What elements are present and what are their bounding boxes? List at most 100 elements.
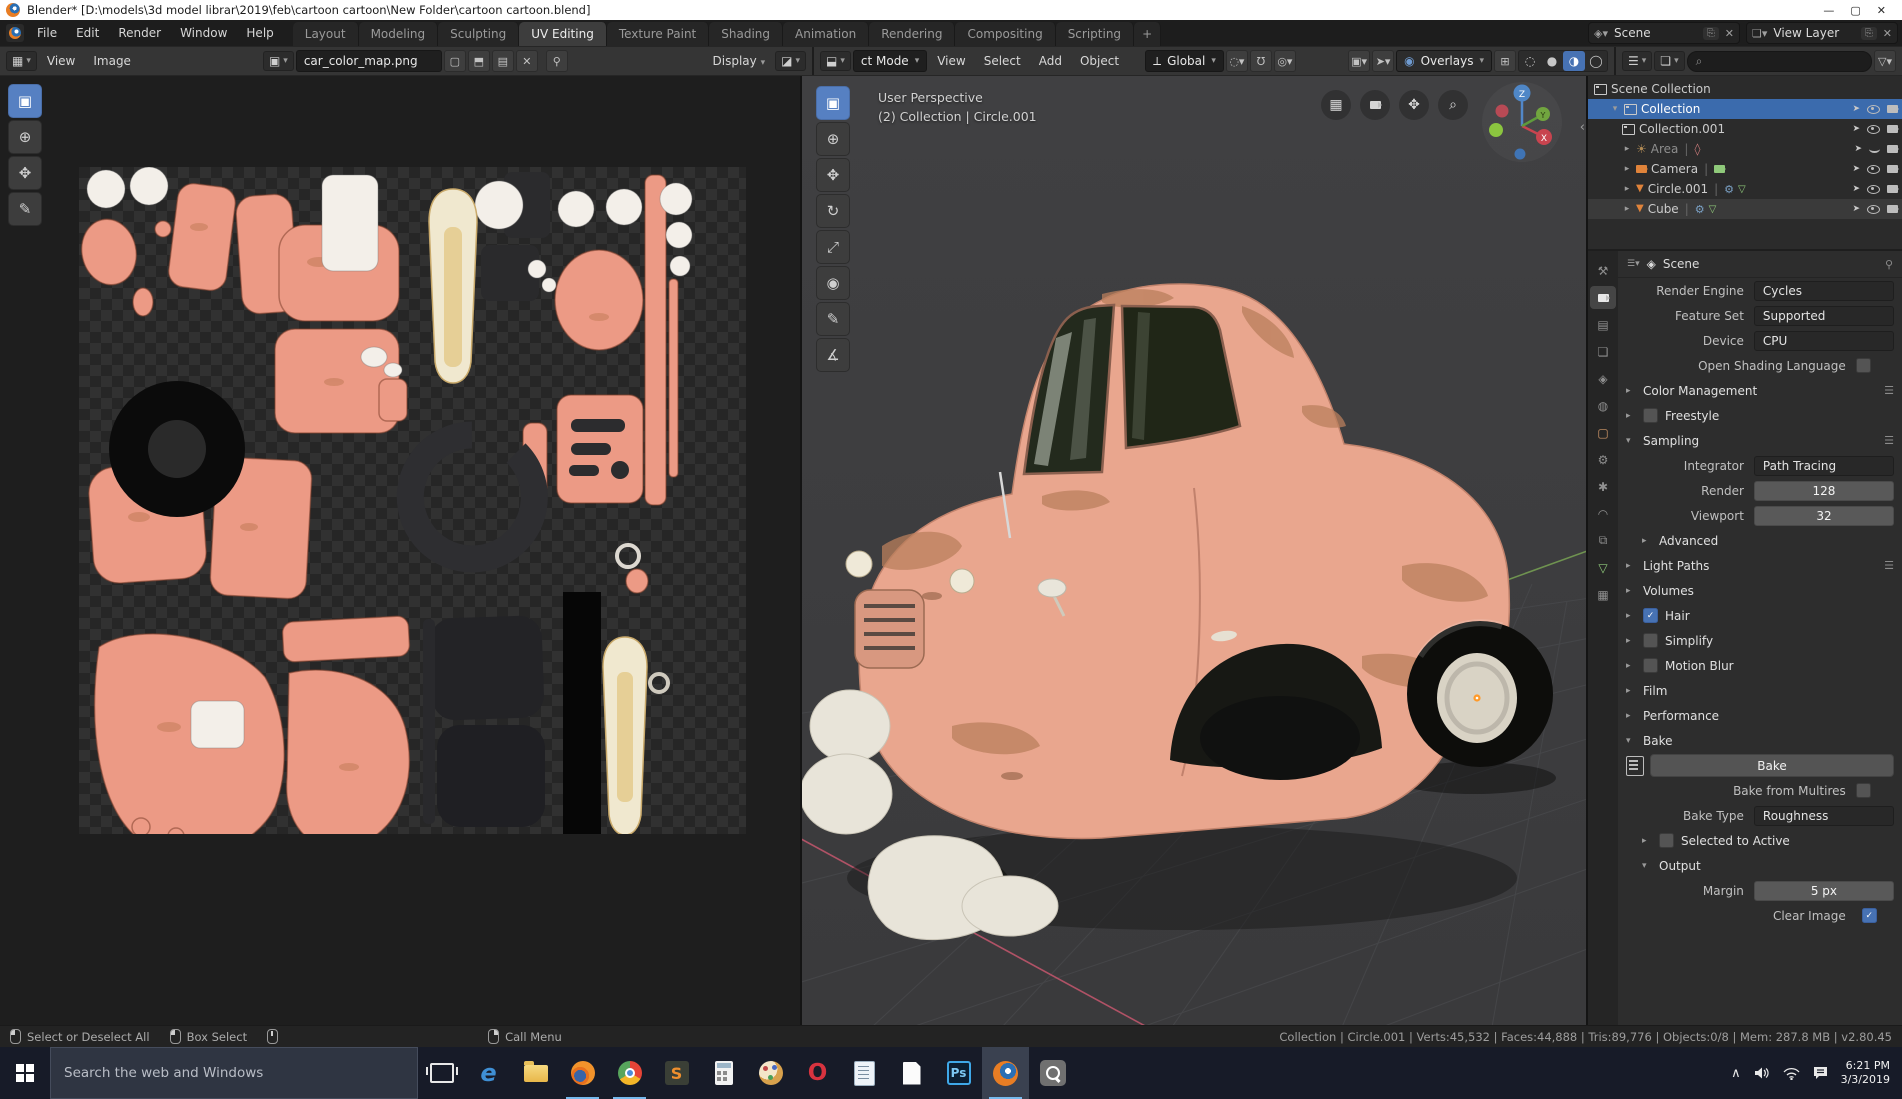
tab-output-icon[interactable]: ▤ — [1590, 313, 1616, 336]
tab-world-icon[interactable]: ◍ — [1590, 394, 1616, 417]
browse-folder-icon[interactable]: ▤ — [491, 50, 514, 72]
pin-id-icon[interactable]: ⚲ — [1885, 258, 1893, 271]
start-button[interactable] — [0, 1047, 50, 1099]
tab-render-icon[interactable] — [1590, 286, 1616, 309]
editor-type-uv-icon[interactable]: ▦ ▾ — [6, 51, 37, 71]
tab-rendering[interactable]: Rendering — [869, 22, 956, 46]
margin-field[interactable]: 5 px — [1753, 880, 1894, 901]
tab-scene-icon[interactable]: ◈ — [1590, 367, 1616, 390]
view-layer-selector[interactable]: ❏▾ View Layer ⎘ ✕ — [1746, 22, 1898, 44]
unlink-image-icon[interactable]: ✕ — [515, 50, 538, 72]
taskbar-calculator[interactable] — [700, 1047, 747, 1099]
viewport-area[interactable]: ▣ ⊕ ✥ ↻ ⤢ ◉ ✎ ∡ User Perspective (2) Col… — [802, 76, 1586, 1025]
outliner-row-collection[interactable]: ▾ Collection ➤ — [1588, 99, 1902, 119]
eye-closed-icon[interactable] — [1869, 145, 1880, 153]
outliner-row-collection001[interactable]: Collection.001 ➤ — [1588, 119, 1902, 139]
taskbar-blender[interactable] — [982, 1047, 1029, 1099]
menu-file[interactable]: File — [28, 23, 66, 43]
selectable-icon[interactable]: ➤ — [1852, 184, 1860, 194]
perspective-toggle-icon[interactable]: ▦ — [1321, 90, 1351, 120]
menu-edit[interactable]: Edit — [67, 23, 108, 43]
uv-editor-area[interactable]: ▣ ⊕ ✥ ✎ — [0, 76, 802, 1025]
section-motion-blur[interactable]: ▸ Motion Blur — [1626, 653, 1894, 678]
tool-scale[interactable]: ⤢ — [816, 230, 850, 264]
taskbar-chrome[interactable] — [606, 1047, 653, 1099]
taskbar-search-input[interactable]: Search the web and Windows — [50, 1047, 418, 1099]
tab-compositing[interactable]: Compositing — [955, 22, 1056, 46]
simplify-checkbox[interactable] — [1643, 633, 1658, 648]
shading-solid-icon[interactable]: ● — [1541, 51, 1563, 71]
render-visibility-icon[interactable] — [1887, 205, 1899, 213]
object-mode-dropdown[interactable]: ct Mode ▾ — [852, 50, 928, 72]
tab-modeling[interactable]: Modeling — [358, 22, 439, 46]
tab-sculpting[interactable]: Sculpting — [438, 22, 520, 46]
expand-icon[interactable]: ▸ — [1622, 144, 1632, 154]
tab-layout[interactable]: Layout — [292, 22, 359, 46]
section-bake[interactable]: ▾ Bake — [1626, 728, 1894, 753]
clear-image-checkbox[interactable] — [1861, 908, 1877, 923]
tab-animation[interactable]: Animation — [783, 22, 870, 46]
selectable-icon[interactable]: ➤ — [1852, 124, 1860, 134]
panel-menu-icon[interactable]: ☰ — [1884, 559, 1894, 572]
taskbar-opera[interactable]: O — [794, 1047, 841, 1099]
expand-icon[interactable]: ▸ — [1622, 184, 1632, 194]
pin-icon[interactable]: ⚲ — [545, 50, 568, 72]
outliner-search-input[interactable]: ⌕ — [1686, 50, 1872, 72]
taskbar-clock[interactable]: 6:21 PM 3/3/2019 — [1841, 1059, 1890, 1088]
render-visibility-icon[interactable] — [1887, 165, 1899, 173]
tab-object-data-icon[interactable]: ▽ — [1590, 556, 1616, 579]
outliner-row-circle001[interactable]: ▸ ▼ Circle.001 | ⚙ ▽ ➤ — [1588, 179, 1902, 199]
pan-hand-icon[interactable]: ✥ — [1399, 90, 1429, 120]
menu-window[interactable]: Window — [171, 23, 236, 43]
render-visibility-icon[interactable] — [1887, 145, 1899, 153]
render-engine-dropdown[interactable]: Cycles — [1753, 280, 1894, 301]
breadcrumb-display-icon[interactable]: ☰▾ — [1627, 259, 1640, 269]
display-dropdown[interactable]: Display ▾ — [705, 51, 774, 71]
expand-icon[interactable]: ▸ — [1622, 204, 1632, 214]
render-visibility-icon[interactable] — [1887, 185, 1899, 193]
taskbar-sublime[interactable]: S — [653, 1047, 700, 1099]
wifi-icon[interactable] — [1783, 1067, 1800, 1080]
outliner-row-area[interactable]: ▸ ☀ Area | ◊ ➤ — [1588, 139, 1902, 159]
eye-icon[interactable] — [1867, 124, 1880, 134]
render-visibility-icon[interactable] — [1887, 105, 1899, 113]
minimize-button[interactable]: — — [1823, 4, 1834, 17]
view-object-types-icon[interactable]: ▣▾ — [1348, 50, 1371, 72]
uv-menu-image[interactable]: Image — [85, 51, 139, 71]
pivot-point-icon[interactable]: ◌▾ — [1225, 50, 1248, 72]
filter-funnel-icon[interactable]: ▽▾ — [1874, 50, 1896, 72]
close-button[interactable]: ✕ — [1877, 4, 1886, 17]
eye-icon[interactable] — [1867, 104, 1880, 114]
tool-measure[interactable]: ∡ — [816, 338, 850, 372]
snap-magnet-icon[interactable]: ℧ — [1249, 50, 1272, 72]
new-image-icon[interactable]: ▢ — [443, 50, 466, 72]
expand-icon[interactable]: ▸ — [1622, 164, 1632, 174]
tab-modifiers-icon[interactable]: ⚙ — [1590, 448, 1616, 471]
feature-set-dropdown[interactable]: Supported — [1753, 305, 1894, 326]
vp-menu-select[interactable]: Select — [976, 51, 1029, 71]
taskbar-file-explorer[interactable] — [512, 1047, 559, 1099]
section-volumes[interactable]: ▸ Volumes — [1626, 578, 1894, 603]
open-shading-language-checkbox[interactable] — [1855, 358, 1871, 373]
maximize-button[interactable]: ▢ — [1850, 4, 1860, 17]
outliner-row-scene-collection[interactable]: Scene Collection — [1588, 79, 1902, 99]
tool-box-select[interactable]: ▣ — [816, 86, 850, 120]
zoom-icon[interactable]: ⌕ — [1438, 90, 1468, 120]
scene-selector[interactable]: ◈▾ Scene ⎘ ✕ — [1588, 22, 1740, 44]
new-view-layer-icon[interactable]: ⎘ — [1860, 26, 1877, 40]
tab-texture-icon[interactable]: ▦ — [1590, 583, 1616, 606]
freestyle-checkbox[interactable] — [1643, 408, 1658, 423]
eye-icon[interactable] — [1867, 164, 1880, 174]
volume-icon[interactable] — [1754, 1066, 1770, 1080]
tab-scripting[interactable]: Scripting — [1055, 22, 1135, 46]
panel-menu-icon[interactable]: ☰ — [1884, 434, 1894, 447]
unlink-scene-icon[interactable]: ✕ — [1725, 27, 1734, 40]
bake-button[interactable]: Bake — [1650, 754, 1894, 777]
proportional-edit-icon[interactable]: ◎▾ — [1273, 50, 1296, 72]
taskbar-firefox[interactable] — [559, 1047, 606, 1099]
hair-checkbox[interactable] — [1643, 608, 1658, 623]
expand-icon[interactable]: ▾ — [1594, 104, 1620, 114]
menu-help[interactable]: Help — [237, 23, 282, 43]
image-datablock-icon[interactable]: ▣ ▾ — [262, 51, 294, 71]
bake-type-dropdown[interactable]: Roughness — [1753, 805, 1894, 826]
